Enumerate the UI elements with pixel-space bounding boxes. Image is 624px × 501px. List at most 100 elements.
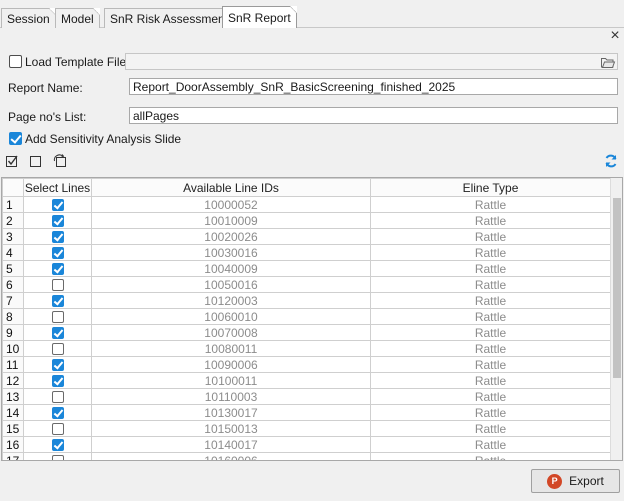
row-number: 13 [2, 388, 24, 405]
line-select-checkbox[interactable] [51, 231, 64, 244]
select-cell[interactable] [23, 452, 92, 460]
line-select-checkbox[interactable] [51, 279, 64, 292]
table-row[interactable]: 13 10110003 Rattle [2, 388, 611, 405]
select-cell[interactable] [23, 356, 92, 373]
line-select-checkbox[interactable] [51, 263, 64, 276]
eline-type-cell: Rattle [370, 276, 611, 293]
eline-type-cell: Rattle [370, 420, 611, 437]
select-cell[interactable] [23, 260, 92, 277]
row-number: 11 [2, 356, 24, 373]
select-cell[interactable] [23, 244, 92, 261]
table-row[interactable]: 5 10040009 Rattle [2, 260, 611, 277]
line-select-checkbox[interactable] [51, 215, 64, 228]
line-select-checkbox[interactable] [51, 455, 64, 460]
line-id-cell: 10130017 [91, 404, 371, 421]
header-eline-type[interactable]: Eline Type [370, 178, 611, 197]
folder-icon[interactable] [600, 54, 616, 70]
table-row[interactable]: 10 10080011 Rattle [2, 340, 611, 357]
select-cell[interactable] [23, 212, 92, 229]
select-cell[interactable] [23, 340, 92, 357]
line-select-checkbox[interactable] [51, 359, 64, 372]
table-row[interactable]: 12 10100011 Rattle [2, 372, 611, 389]
report-name-label: Report Name: [8, 81, 83, 95]
table-row[interactable]: 7 10120003 Rattle [2, 292, 611, 309]
row-number: 16 [2, 436, 24, 453]
row-number: 7 [2, 292, 24, 309]
scrollbar-thumb[interactable] [613, 198, 621, 378]
table-row[interactable]: 1 10000052 Rattle [2, 196, 611, 213]
select-cell[interactable] [23, 388, 92, 405]
table-header-row: Select Lines Available Line IDs Eline Ty… [2, 178, 611, 197]
row-number: 15 [2, 420, 24, 437]
deselect-all-icon[interactable] [29, 153, 45, 169]
line-select-checkbox[interactable] [51, 375, 64, 388]
line-id-cell: 10110003 [91, 388, 371, 405]
tab-snr-risk-assessment[interactable]: SnR Risk Assessment [104, 8, 235, 28]
eline-type-cell: Rattle [370, 260, 611, 277]
line-select-checkbox[interactable] [51, 199, 64, 212]
row-number: 14 [2, 404, 24, 421]
select-cell[interactable] [23, 404, 92, 421]
table-row[interactable]: 4 10030016 Rattle [2, 244, 611, 261]
row-number: 5 [2, 260, 24, 277]
reload-icon[interactable] [603, 153, 619, 169]
select-cell[interactable] [23, 324, 92, 341]
select-cell[interactable] [23, 308, 92, 325]
select-cell[interactable] [23, 276, 92, 293]
table-row[interactable]: 14 10130017 Rattle [2, 404, 611, 421]
line-select-checkbox[interactable] [51, 439, 64, 452]
select-cell[interactable] [23, 420, 92, 437]
line-select-checkbox[interactable] [51, 311, 64, 324]
tab-snr-report[interactable]: SnR Report [222, 6, 297, 28]
line-selection-grid: Select Lines Available Line IDs Eline Ty… [1, 177, 623, 461]
select-cell[interactable] [23, 372, 92, 389]
eline-type-cell: Rattle [370, 404, 611, 421]
select-all-icon[interactable] [5, 153, 21, 169]
powerpoint-icon: P [547, 473, 563, 489]
refresh-selection-icon[interactable] [53, 153, 69, 169]
line-id-cell: 10090006 [91, 356, 371, 373]
table-row[interactable]: 2 10010009 Rattle [2, 212, 611, 229]
line-id-cell: 10120003 [91, 292, 371, 309]
export-button[interactable]: P Export [531, 469, 620, 493]
row-number: 12 [2, 372, 24, 389]
table-row[interactable]: 17 10160006 Rattle [2, 452, 611, 460]
table-row[interactable]: 11 10090006 Rattle [2, 356, 611, 373]
eline-type-cell: Rattle [370, 324, 611, 341]
select-cell[interactable] [23, 292, 92, 309]
header-select-lines[interactable]: Select Lines [23, 178, 92, 197]
row-number: 6 [2, 276, 24, 293]
line-select-checkbox[interactable] [51, 343, 64, 356]
vertical-scrollbar[interactable] [610, 178, 622, 460]
table-row[interactable]: 3 10020026 Rattle [2, 228, 611, 245]
line-select-checkbox[interactable] [51, 247, 64, 260]
table-row[interactable]: 16 10140017 Rattle [2, 436, 611, 453]
line-select-checkbox[interactable] [51, 407, 64, 420]
table-row[interactable]: 9 10070008 Rattle [2, 324, 611, 341]
table-row[interactable]: 15 10150013 Rattle [2, 420, 611, 437]
page-list-input[interactable]: allPages [129, 107, 618, 124]
eline-type-cell: Rattle [370, 388, 611, 405]
close-icon[interactable]: × [608, 28, 622, 44]
select-cell[interactable] [23, 436, 92, 453]
tab-session[interactable]: Session [1, 8, 56, 28]
table-row[interactable]: 6 10050016 Rattle [2, 276, 611, 293]
eline-type-cell: Rattle [370, 452, 611, 460]
sensitivity-slide-checkbox[interactable] [9, 132, 22, 145]
line-select-checkbox[interactable] [51, 423, 64, 436]
select-cell[interactable] [23, 228, 92, 245]
load-template-checkbox[interactable] [9, 55, 22, 68]
tab-model[interactable]: Model [55, 8, 100, 28]
line-id-cell: 10140017 [91, 436, 371, 453]
select-cell[interactable] [23, 196, 92, 213]
eline-type-cell: Rattle [370, 212, 611, 229]
row-number: 17 [2, 452, 24, 460]
line-id-cell: 10040009 [91, 260, 371, 277]
line-select-checkbox[interactable] [51, 295, 64, 308]
line-id-cell: 10100011 [91, 372, 371, 389]
table-row[interactable]: 8 10060010 Rattle [2, 308, 611, 325]
header-line-ids[interactable]: Available Line IDs [91, 178, 371, 197]
line-select-checkbox[interactable] [51, 327, 64, 340]
line-select-checkbox[interactable] [51, 391, 64, 404]
report-name-input[interactable]: Report_DoorAssembly_SnR_BasicScreening_f… [129, 78, 618, 95]
